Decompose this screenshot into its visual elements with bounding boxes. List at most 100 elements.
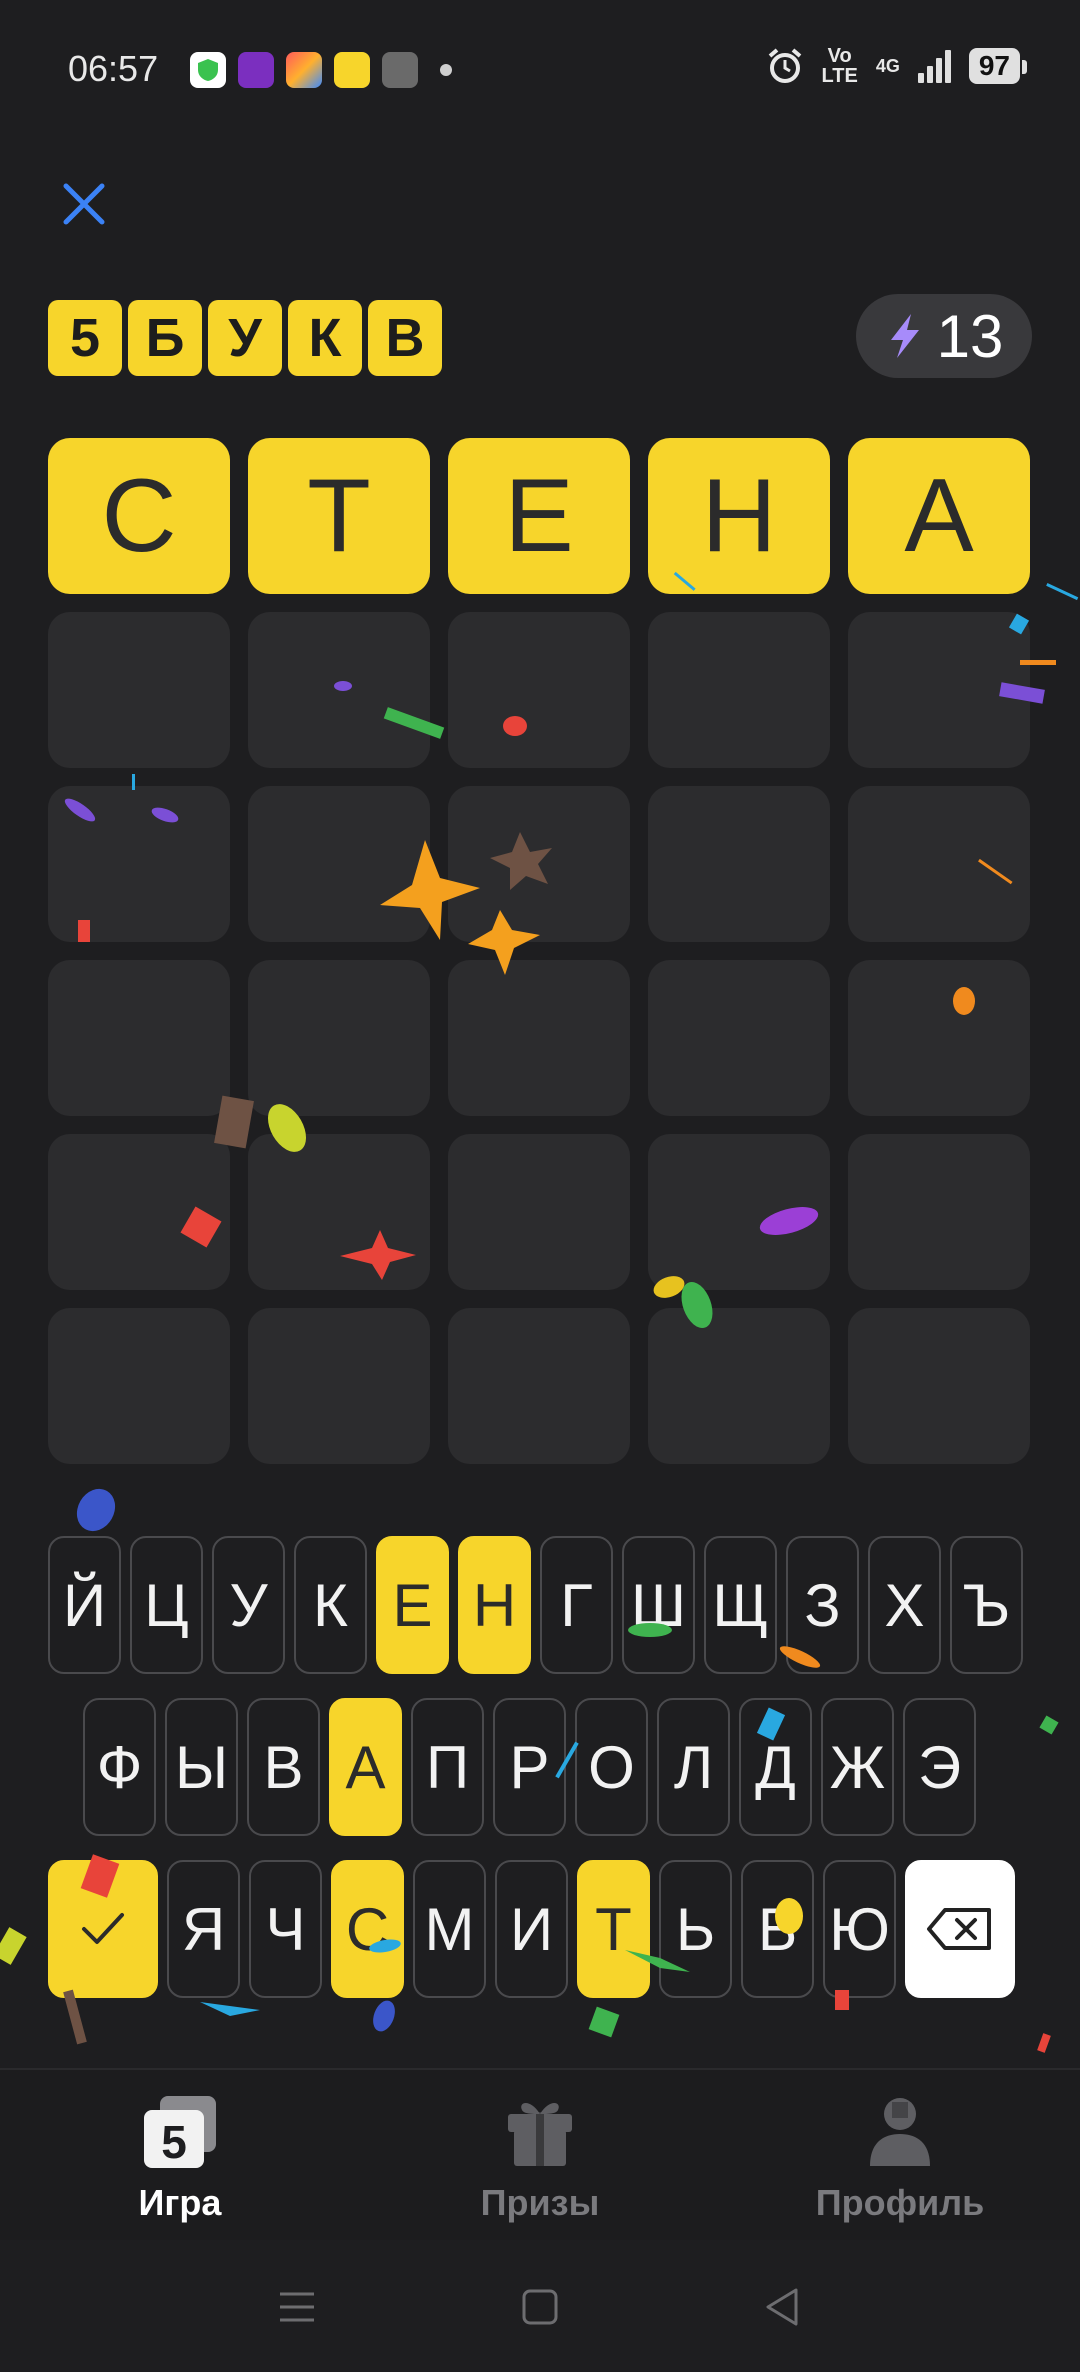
confetti-piece [1046,583,1079,601]
board-cell: С [48,438,230,594]
board-cell [848,612,1030,768]
board-row [48,1308,1032,1464]
game-board: С Т Е Н А [48,438,1032,1482]
key-letter[interactable]: Л [657,1698,730,1836]
board-cell [448,960,630,1116]
confetti-piece [588,2006,620,2038]
keyboard-row-2: Ф Ы В А П Р О Л Д Ж Э [83,1698,976,1836]
close-icon [63,183,105,225]
board-cell [848,1134,1030,1290]
ozon-app-icon [238,52,274,88]
tab-profile[interactable]: Профиль [780,2094,1020,2224]
board-cell [648,960,830,1116]
more-notifications-icon [440,64,452,76]
key-letter[interactable]: Д [739,1698,812,1836]
energy-counter[interactable]: 13 [856,294,1032,378]
logo-tile: У [208,300,282,376]
board-cell [248,612,430,768]
key-letter[interactable]: И [495,1860,568,1998]
logo-tile: Б [128,300,202,376]
energy-value: 13 [936,302,1004,370]
game-5-icon: 5 [144,2096,216,2168]
key-letter[interactable]: Ю [823,1860,896,1998]
profile-icon [870,2098,930,2166]
key-letter[interactable]: Х [868,1536,941,1674]
board-cell [48,786,230,942]
tab-label: Призы [480,2182,600,2223]
key-letter[interactable]: К [294,1536,367,1674]
close-button[interactable] [58,178,110,230]
confetti-piece [76,1488,116,1532]
key-letter[interactable]: Р [493,1698,566,1836]
logo-tile: 5 [48,300,122,376]
key-letter[interactable]: Г [540,1536,613,1674]
board-row: С Т Е Н А [48,438,1032,594]
key-letter[interactable]: В [247,1698,320,1836]
board-cell [448,612,630,768]
alarm-icon [768,48,801,83]
key-letter[interactable]: М [413,1860,486,1998]
key-letter[interactable]: Ы [165,1698,238,1836]
key-letter[interactable]: З [786,1536,859,1674]
taxi-app-icon [334,52,370,88]
backspace-button[interactable] [905,1860,1015,1998]
enter-button[interactable] [48,1860,158,1998]
key-letter[interactable]: Н [458,1536,531,1674]
confetti-piece [1039,1715,1059,1735]
board-cell [48,960,230,1116]
status-time: 06:57 [68,48,159,89]
back-icon[interactable] [758,2282,808,2332]
home-icon[interactable] [515,2282,565,2332]
key-letter[interactable]: Й [48,1536,121,1674]
tab-label: Игра [138,2182,222,2223]
board-cell [648,786,830,942]
key-letter[interactable]: Ф [83,1698,156,1836]
board-cell [248,1308,430,1464]
key-letter[interactable]: О [575,1698,648,1836]
key-letter[interactable]: П [411,1698,484,1836]
game-logo: 5 Б У К В [48,300,442,376]
board-cell [448,786,630,942]
board-cell [248,1134,430,1290]
menu-icon[interactable] [272,2282,322,2332]
key-letter[interactable]: Ж [821,1698,894,1836]
board-cell [648,612,830,768]
gift-icon [508,2103,572,2166]
board-cell [848,960,1030,1116]
lightning-icon [890,314,919,358]
keyboard-row-3: Я Ч С М И Т Ь Б Ю [48,1860,1015,1998]
board-cell [848,786,1030,942]
key-letter[interactable]: Ц [130,1536,203,1674]
board-row [48,960,1032,1116]
signal-icon [917,49,951,83]
backspace-icon [927,1908,991,1950]
volte-indicator: Vo LTE [821,45,858,87]
key-letter[interactable]: У [212,1536,285,1674]
key-letter[interactable]: Ъ [950,1536,1023,1674]
board-cell: А [848,438,1030,594]
logo-tile: В [368,300,442,376]
svg-text:5: 5 [161,2116,187,2168]
board-row [48,1134,1032,1290]
key-letter[interactable]: Т [577,1860,650,1998]
tab-prizes[interactable]: Призы [420,2094,660,2224]
key-letter[interactable]: Б [741,1860,814,1998]
tab-game[interactable]: 5 Игра [60,2094,300,2224]
key-letter[interactable]: Ш [622,1536,695,1674]
key-letter[interactable]: Э [903,1698,976,1836]
board-cell: Е [448,438,630,594]
key-letter[interactable]: С [331,1860,404,1998]
network-type: 4G [875,55,900,76]
board-row [48,786,1032,942]
key-letter[interactable]: Щ [704,1536,777,1674]
board-cell [448,1134,630,1290]
key-letter[interactable]: Ь [659,1860,732,1998]
bottom-tab-bar: 5 Игра Призы Профиль [0,2068,1080,2240]
checkmark-icon [82,1913,124,1944]
key-letter[interactable]: Ч [249,1860,322,1998]
key-letter[interactable]: Я [167,1860,240,1998]
battery-indicator: 97 [968,48,1028,84]
key-letter[interactable]: Е [376,1536,449,1674]
status-bar: 06:57 Vo LTE 4G 97 [0,0,1080,140]
key-letter[interactable]: А [329,1698,402,1836]
